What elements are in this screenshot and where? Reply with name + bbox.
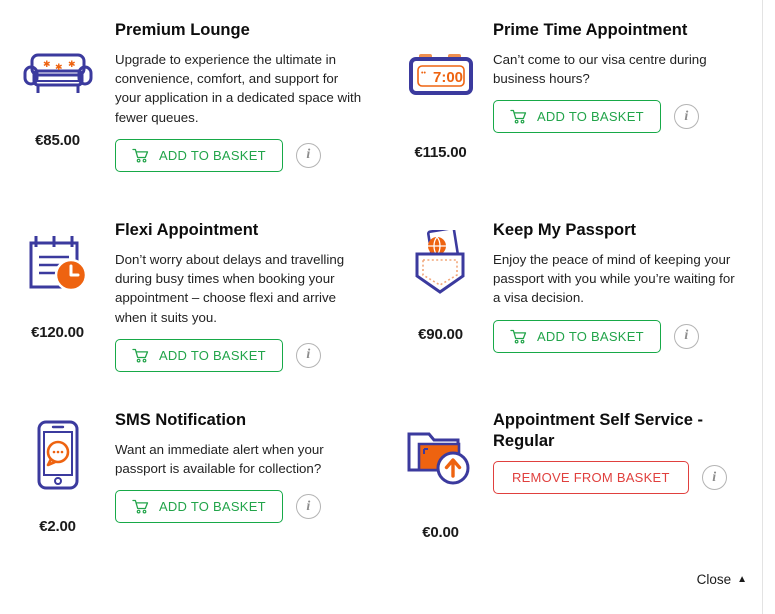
- product-price: €90.00: [418, 326, 463, 343]
- shopping-cart-icon: [510, 329, 527, 344]
- product-price: €2.00: [39, 518, 76, 535]
- product-description: Want an immediate alert when your passpo…: [115, 442, 324, 477]
- product-actions: ADD TO BASKET i: [493, 319, 744, 353]
- product-description: Can’t come to our visa centre during bus…: [493, 52, 707, 87]
- product-card-prime-time-appointment: 7:00 •• €115.00 Prime Time Appointment C…: [388, 0, 762, 200]
- alarm-clock-icon: 7:00 ••: [404, 40, 478, 114]
- product-price: €115.00: [414, 144, 467, 161]
- product-media: €2.00: [0, 410, 115, 535]
- product-title: Prime Time Appointment: [493, 21, 688, 39]
- product-actions: REMOVE FROM BASKET i: [493, 461, 744, 495]
- remove-from-basket-label: REMOVE FROM BASKET: [512, 470, 670, 486]
- svg-text:7:00: 7:00: [433, 69, 463, 86]
- add-to-basket-label: ADD TO BASKET: [159, 147, 266, 163]
- info-icon-keep-my-passport[interactable]: i: [673, 323, 699, 349]
- product-title: Appointment Self Service - Regular: [493, 411, 703, 451]
- product-description: Enjoy the peace of mind of keeping your …: [493, 252, 735, 306]
- product-title: Flexi Appointment: [115, 221, 259, 239]
- remove-from-basket-button-appointment-self-service-regular[interactable]: REMOVE FROM BASKET: [493, 461, 689, 495]
- add-to-basket-button-sms-notification[interactable]: ADD TO BASKET: [115, 490, 283, 524]
- product-price: €120.00: [31, 324, 84, 341]
- close-label: Close: [696, 572, 732, 587]
- product-title: Keep My Passport: [493, 221, 637, 239]
- svg-text:✱: ✱: [55, 62, 63, 72]
- info-icon-prime-time-appointment[interactable]: i: [673, 104, 699, 130]
- product-body: Prime Time Appointment Can’t come to our…: [493, 20, 762, 134]
- product-body: Premium Lounge Upgrade to experience the…: [115, 20, 388, 172]
- shopping-cart-icon: [132, 148, 149, 163]
- product-description: Don’t worry about delays and travelling …: [115, 252, 345, 325]
- shopping-cart-icon: [132, 348, 149, 363]
- passport-pocket-icon: [404, 226, 478, 300]
- sofa-icon: ✱ ✱ ✱: [21, 34, 95, 108]
- product-media: ✱ ✱ ✱ €85.00: [0, 20, 115, 149]
- add-to-basket-button-prime-time-appointment[interactable]: ADD TO BASKET: [493, 100, 661, 134]
- product-actions: ADD TO BASKET i: [115, 338, 364, 372]
- product-media: €0.00: [388, 410, 493, 541]
- product-media: €90.00: [388, 220, 493, 343]
- svg-text:✱: ✱: [43, 59, 51, 69]
- info-icon-flexi-appointment[interactable]: i: [295, 342, 321, 368]
- product-card-flexi-appointment: €120.00 Flexi Appointment Don’t worry ab…: [0, 200, 388, 390]
- panel-right-divider: [762, 0, 763, 614]
- add-to-basket-button-premium-lounge[interactable]: ADD TO BASKET: [115, 138, 283, 172]
- svg-text:••: ••: [421, 70, 426, 77]
- add-to-basket-button-flexi-appointment[interactable]: ADD TO BASKET: [115, 338, 283, 372]
- product-body: SMS Notification Want an immediate alert…: [115, 410, 388, 524]
- product-price: €85.00: [35, 132, 80, 149]
- add-to-basket-label: ADD TO BASKET: [159, 499, 266, 515]
- info-icon-appointment-self-service-regular[interactable]: i: [701, 465, 727, 491]
- close-panel-button[interactable]: Close ▲: [697, 572, 747, 587]
- product-actions: ADD TO BASKET i: [115, 490, 364, 524]
- product-price: €0.00: [422, 524, 459, 541]
- caret-up-icon: ▲: [737, 573, 747, 585]
- value-added-services-panel: ✱ ✱ ✱ €85.00 Premium Lounge Upgrade to e…: [0, 0, 775, 614]
- product-grid: ✱ ✱ ✱ €85.00 Premium Lounge Upgrade to e…: [0, 0, 762, 550]
- product-media: €120.00: [0, 220, 115, 341]
- product-body: Flexi Appointment Don’t worry about dela…: [115, 220, 388, 372]
- shopping-cart-icon: [510, 109, 527, 124]
- folder-upload-icon: [404, 420, 478, 494]
- product-card-appointment-self-service-regular: €0.00 Appointment Self Service - Regular…: [388, 390, 762, 550]
- info-icon-sms-notification[interactable]: i: [295, 494, 321, 520]
- product-card-sms-notification: €2.00 SMS Notification Want an immediate…: [0, 390, 388, 550]
- add-to-basket-label: ADD TO BASKET: [159, 347, 266, 363]
- product-description: Upgrade to experience the ultimate in co…: [115, 52, 362, 125]
- shopping-cart-icon: [132, 499, 149, 514]
- product-body: Keep My Passport Enjoy the peace of mind…: [493, 220, 762, 353]
- add-to-basket-label: ADD TO BASKET: [537, 109, 644, 125]
- product-card-premium-lounge: ✱ ✱ ✱ €85.00 Premium Lounge Upgrade to e…: [0, 0, 388, 200]
- product-body: Appointment Self Service - Regular REMOV…: [493, 410, 762, 495]
- product-actions: ADD TO BASKET i: [115, 138, 364, 172]
- product-title: SMS Notification: [115, 411, 247, 429]
- add-to-basket-button-keep-my-passport[interactable]: ADD TO BASKET: [493, 319, 661, 353]
- calendar-clock-icon: [21, 228, 95, 302]
- product-media: 7:00 •• €115.00: [388, 20, 493, 161]
- product-actions: ADD TO BASKET i: [493, 100, 744, 134]
- mobile-message-icon: [21, 418, 95, 492]
- product-card-keep-my-passport: €90.00 Keep My Passport Enjoy the peace …: [388, 200, 762, 390]
- info-icon-premium-lounge[interactable]: i: [295, 142, 321, 168]
- product-title: Premium Lounge: [115, 21, 250, 39]
- add-to-basket-label: ADD TO BASKET: [537, 328, 644, 344]
- svg-text:✱: ✱: [68, 59, 76, 69]
